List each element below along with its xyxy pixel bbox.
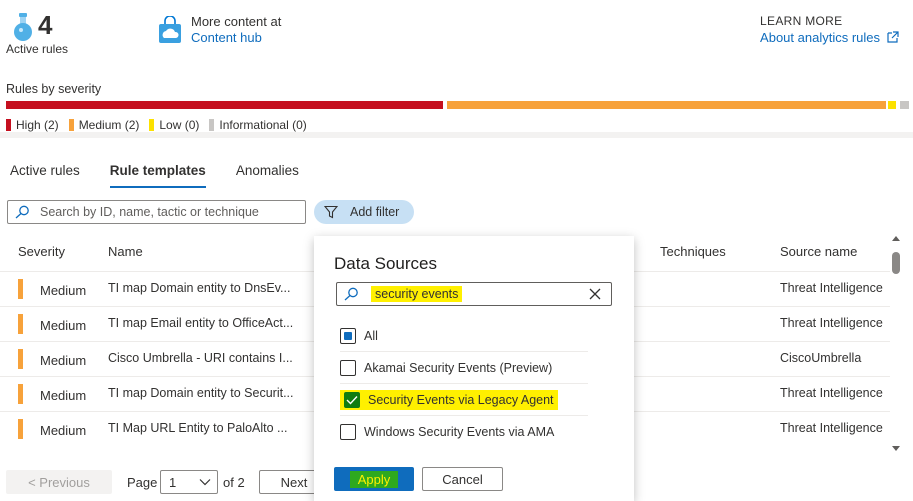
search-placeholder: Search by ID, name, tactic or technique	[40, 205, 259, 219]
scroll-down-arrow-icon[interactable]	[892, 446, 900, 451]
severity-marker	[18, 419, 23, 439]
row-name: TI Map URL Entity to PaloAlto ...	[108, 421, 288, 435]
chevron-down-icon	[199, 479, 211, 486]
active-rules-label: Active rules	[6, 42, 69, 56]
tab-anomalies[interactable]: Anomalies	[236, 163, 299, 188]
option-all[interactable]: All	[340, 320, 588, 352]
highlighted-option: Security Events via Legacy Agent	[340, 389, 558, 410]
option-windows-security-events-ama[interactable]: Windows Security Events via AMA	[340, 416, 588, 448]
row-severity: Medium	[40, 423, 87, 438]
page-count-label: of 2	[223, 475, 245, 490]
data-sources-filter-panel: Data Sources security events All Akamai …	[314, 236, 634, 501]
row-name: TI map Domain entity to DnsEv...	[108, 281, 291, 295]
row-severity: Medium	[40, 388, 87, 403]
data-sources-search-input[interactable]: security events	[336, 282, 612, 306]
legend-high: High (2)	[6, 118, 59, 132]
option-label: Windows Security Events via AMA	[364, 425, 555, 439]
data-sources-search-value: security events	[371, 286, 463, 302]
column-header-name[interactable]: Name	[108, 244, 143, 259]
learn-more-title: LEARN MORE	[760, 14, 843, 28]
severity-bar-medium	[447, 101, 886, 109]
tab-rule-templates[interactable]: Rule templates	[109, 163, 206, 188]
checkbox-unchecked-icon[interactable]	[340, 424, 356, 440]
scroll-up-arrow-icon[interactable]	[892, 236, 900, 241]
legend-medium: Medium (2)	[68, 118, 139, 132]
about-analytics-rules-label: About analytics rules	[760, 30, 880, 45]
row-source: Threat Intelligence	[780, 421, 883, 435]
legend-informational: Informational (0)	[209, 118, 307, 132]
severity-marker	[18, 279, 23, 299]
pagination: < Previous Page 1 of 2 Next	[6, 470, 329, 494]
severity-bar-low	[888, 101, 896, 109]
search-input[interactable]: Search by ID, name, tactic or technique	[7, 200, 306, 224]
severity-title: Rules by severity	[6, 82, 102, 96]
row-severity: Medium	[40, 318, 87, 333]
option-label: Akamai Security Events (Preview)	[364, 360, 553, 375]
row-name: TI map Domain entity to Securit...	[108, 386, 294, 400]
column-header-source-name[interactable]: Source name	[780, 244, 857, 259]
row-name: TI map Email entity to OfficeAct...	[108, 316, 294, 330]
scrollbar-thumb[interactable]	[892, 252, 900, 274]
filter-icon	[324, 205, 338, 219]
severity-legend: High (2) Medium (2) Low (0) Informationa…	[6, 118, 307, 132]
page-label: Page	[127, 475, 158, 490]
summary-header: 4 Active rules More content at Content h…	[0, 0, 913, 132]
more-content-title: More content at	[191, 14, 282, 29]
panel-title: Data Sources	[334, 254, 437, 273]
row-source: Threat Intelligence	[780, 386, 883, 400]
severity-marker	[18, 349, 23, 369]
row-source: Threat Intelligence	[780, 316, 883, 330]
tab-active-rules[interactable]: Active rules	[10, 163, 80, 188]
severity-bar-informational	[900, 101, 909, 109]
option-akamai-security-events[interactable]: Akamai Security Events (Preview)	[340, 352, 588, 384]
row-severity: Medium	[40, 283, 87, 298]
active-rules-count: 4	[38, 10, 53, 40]
cancel-button[interactable]: Cancel	[422, 467, 503, 491]
option-label: Security Events via Legacy Agent	[368, 392, 554, 407]
severity-bar-high	[6, 101, 443, 109]
page-select[interactable]: 1	[160, 470, 218, 494]
previous-button[interactable]: < Previous	[6, 470, 112, 494]
about-analytics-rules-link[interactable]: About analytics rules	[760, 30, 899, 45]
severity-bar	[6, 101, 909, 109]
row-source: CiscoUmbrella	[780, 351, 862, 365]
content-hub-icon	[159, 16, 181, 43]
column-header-severity[interactable]: Severity	[18, 244, 65, 259]
clear-icon[interactable]	[587, 286, 603, 302]
column-header-techniques[interactable]: Techniques	[660, 244, 726, 259]
severity-marker	[18, 384, 23, 404]
search-icon	[15, 205, 29, 219]
checkbox-partial-icon[interactable]	[340, 327, 356, 344]
option-security-events-legacy-agent[interactable]: Security Events via Legacy Agent	[340, 384, 588, 416]
apply-label: Apply	[349, 470, 399, 488]
row-source: Threat Intelligence	[780, 281, 883, 295]
checkbox-unchecked-icon[interactable]	[340, 359, 356, 376]
legend-low: Low (0)	[149, 118, 199, 132]
row-name: Cisco Umbrella - URI contains I...	[108, 351, 293, 365]
checkbox-checked-icon[interactable]	[344, 391, 360, 408]
apply-button[interactable]: Apply	[334, 467, 414, 491]
content-hub-link[interactable]: Content hub	[191, 30, 262, 45]
tab-bar: Active rules Rule templates Anomalies	[10, 163, 299, 188]
row-severity: Medium	[40, 353, 87, 368]
severity-marker	[18, 314, 23, 334]
add-filter-label: Add filter	[350, 205, 400, 219]
flask-icon	[14, 13, 32, 41]
page-select-value: 1	[169, 474, 177, 490]
option-label: All	[364, 328, 378, 343]
section-divider	[0, 132, 913, 138]
learn-more: LEARN MORE About analytics rules	[760, 14, 899, 45]
external-link-icon	[887, 31, 899, 43]
add-filter-button[interactable]: Add filter	[314, 200, 414, 224]
search-icon	[344, 287, 358, 301]
